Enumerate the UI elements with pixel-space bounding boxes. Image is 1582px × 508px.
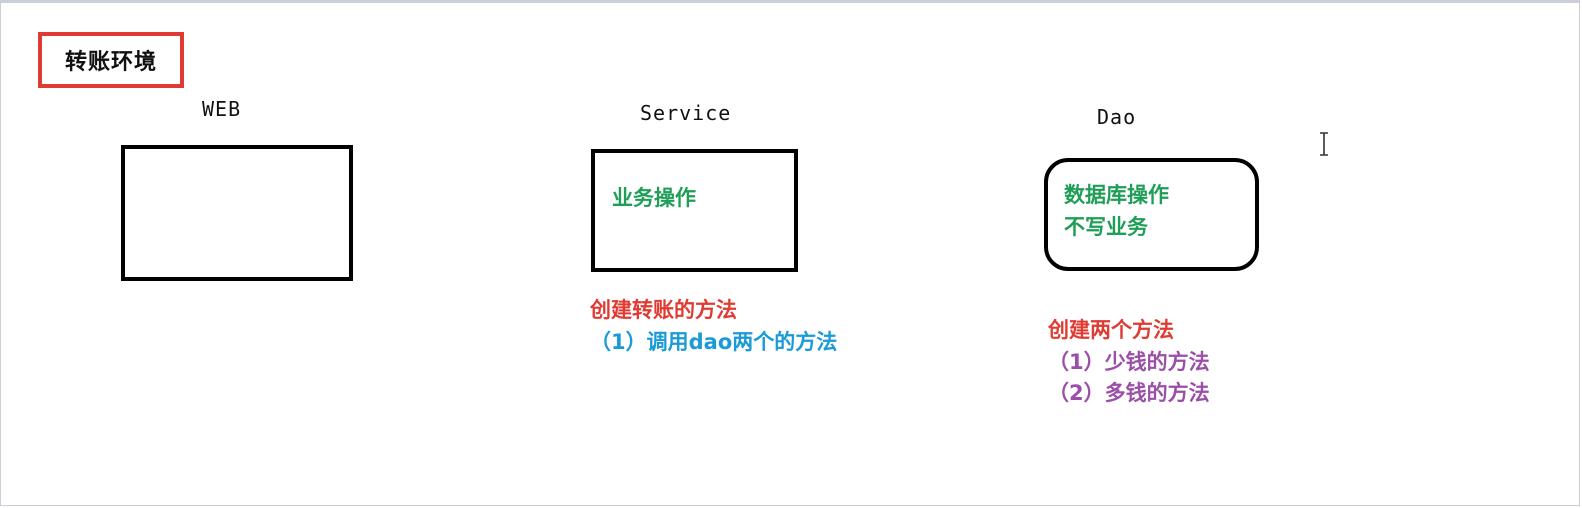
text-cursor-icon <box>1320 132 1328 156</box>
dao-box-line-1: 数据库操作 <box>1064 183 1169 207</box>
title-box: 转账环境 <box>38 32 184 88</box>
dao-notes-item-1: （1）少钱的方法 <box>1048 350 1210 374</box>
service-box-text: 业务操作 <box>612 186 696 210</box>
dao-notes-heading: 创建两个方法 <box>1048 318 1174 342</box>
web-box <box>121 145 353 281</box>
service-label: Service <box>640 101 732 125</box>
dao-label: Dao <box>1097 105 1137 129</box>
service-notes-item-1: （1）调用dao两个的方法 <box>590 330 838 354</box>
dao-box-line-2: 不写业务 <box>1064 215 1148 239</box>
dao-notes-item-2: （2）多钱的方法 <box>1048 381 1210 405</box>
web-label: WEB <box>202 97 242 121</box>
service-notes-heading: 创建转账的方法 <box>590 298 737 322</box>
title-text: 转账环境 <box>64 50 157 75</box>
